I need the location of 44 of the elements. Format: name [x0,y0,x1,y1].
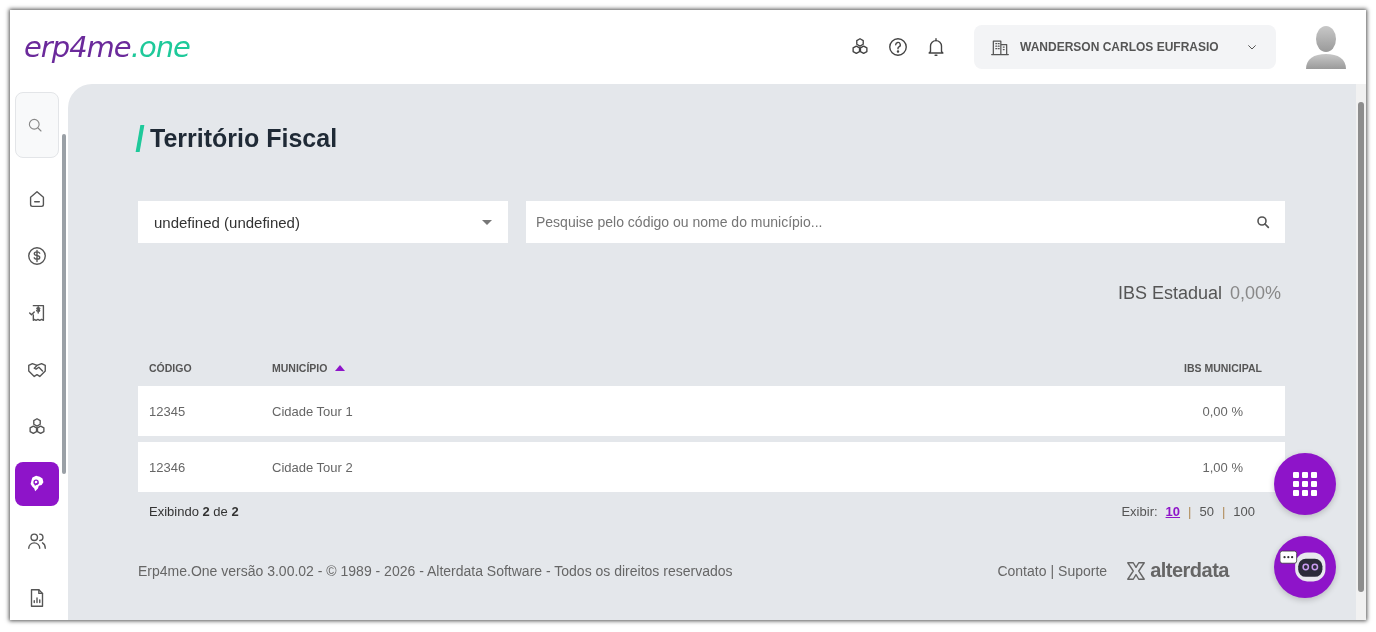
company-logo[interactable]: alterdata [1125,559,1229,582]
chatbot-button[interactable] [1274,536,1336,598]
page-size-option[interactable]: 10 [1165,504,1181,519]
ibs-estadual-label: IBS Estadual [1117,283,1222,304]
code-cell-text: 12345 [149,403,187,419]
page-size-option[interactable]: 100 [1233,504,1255,519]
state-select[interactable]: undefined (undefined) [138,201,508,243]
ibs-cell-text: 1,00 % [1201,459,1243,475]
page-size-label: Exibir: [1121,504,1158,519]
separator: | [1221,504,1226,519]
help-icon [887,36,909,58]
title-accent [135,125,145,152]
x-mark-icon [1125,559,1148,582]
dollar-icon [26,245,48,267]
sidebar-item[interactable] [15,462,59,506]
page-title: Território Fiscal [150,124,338,153]
code-cell-text: 12346 [149,459,187,475]
caret-icon [482,219,492,225]
city-cell-text: Cidade Tour 2 [272,459,354,475]
separator: | [1050,562,1055,579]
column-header[interactable]: CÓDIGO [149,362,192,374]
avatar-silhouette[interactable] [1306,25,1346,69]
scrollbar-thumb[interactable] [1358,102,1364,592]
column-header[interactable]: MUNICÍPIO [272,362,328,374]
copyright-text: Erp4me.One versão 3.00.02 - © 1989 - 2026 - Alterdata Software - Todos os direitos reservados [138,562,734,579]
table-row[interactable]: 12346 Cidade Tour 2 1,00 % [138,442,1285,492]
separator: | [1188,504,1192,519]
search-icon [1255,214,1271,230]
users-icon [26,530,48,552]
logo[interactable]: erp4me.one [24,30,190,64]
scrollbar[interactable] [62,134,66,474]
grid-icon [1293,472,1317,496]
search-field[interactable]: Pesquise pelo código ou nome do município... [526,201,1285,243]
ibs-estadual-value: 0,00% [1229,283,1281,304]
table-row[interactable]: 12345 Cidade Tour 1 0,00 % [138,386,1285,436]
city-cell-text: Cidade Tour 1 [272,403,354,419]
page-size-option[interactable]: 50 [1199,504,1214,519]
apps-button[interactable] [1274,453,1336,515]
footer-link[interactable]: Contato [997,562,1047,579]
company-selector[interactable]: WANDERSON CARLOS EUFRASIO [974,25,1276,69]
footer-link[interactable]: Suporte [1058,562,1108,579]
results-summary: Exibindo 2 de 2 [149,504,240,519]
column-header[interactable]: IBS MUNICIPAL [1184,362,1262,374]
ibs-cell-text: 0,00 % [1201,403,1243,419]
